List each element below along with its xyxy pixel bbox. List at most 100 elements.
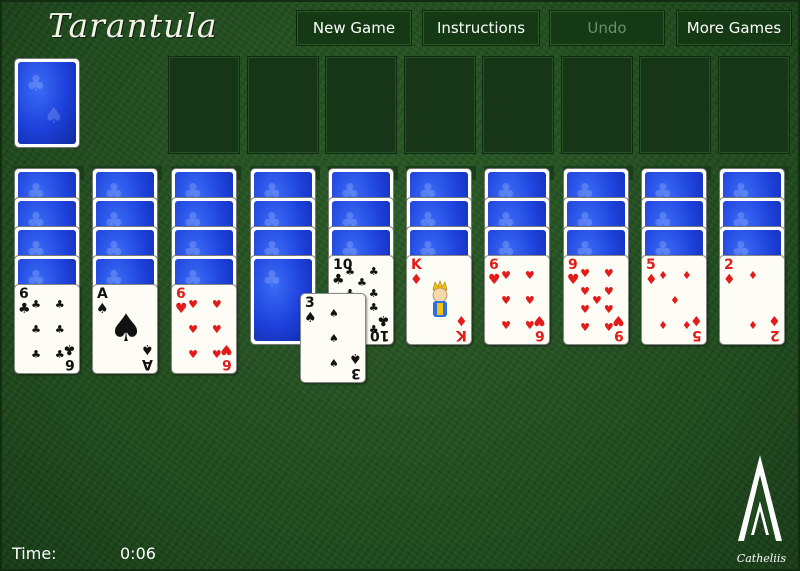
card-pip-icon: ♥ <box>211 297 222 311</box>
card-pip-icon: ♥ <box>524 294 535 307</box>
card-suit-icon: ♦ <box>645 272 658 288</box>
card-rank: 6 <box>222 356 232 372</box>
card-suit-icon: ♦ <box>768 312 781 328</box>
king-figure-icon <box>432 280 448 317</box>
card-suit-icon: ♣ <box>63 341 76 357</box>
card-suit-icon: ♥ <box>175 301 188 317</box>
stock-pile[interactable]: ♣ ♠ <box>14 58 80 148</box>
card-pip-icon: ♥ <box>580 303 590 316</box>
card-rank: 6 <box>535 327 545 343</box>
card-pip-icon: ♠ <box>329 357 339 371</box>
card-pip-icon: ♣ <box>54 323 65 336</box>
card-pip-icon: ♣ <box>368 286 379 300</box>
dragged-playing-card[interactable]: 3 ♠ 3 ♠ ♠ ♠ ♠ <box>300 293 366 383</box>
card-pip-icon: ♣ <box>54 297 65 311</box>
card-suit-icon: ♦ <box>690 312 703 328</box>
card-rank: 6 <box>176 286 186 302</box>
card-rank: A <box>97 286 108 302</box>
brand-logo-icon <box>738 455 782 541</box>
foundation-slot <box>325 56 397 154</box>
card-pip-icon: ♦ <box>658 268 668 282</box>
card-pip-icon: ♥ <box>603 267 614 280</box>
card-pip-icon: ♣ <box>368 301 379 315</box>
card-rank: 2 <box>724 257 734 273</box>
card-suit-icon: ♥ <box>612 312 625 328</box>
card-rank: 5 <box>646 257 656 273</box>
card-pip-icon: ♣ <box>345 265 355 279</box>
card-pip-icon: ♦ <box>670 294 680 307</box>
club-watermark-icon: ♣ <box>262 267 282 292</box>
card-pip-icon: ♣ <box>31 348 41 362</box>
foundation-slot <box>246 56 319 154</box>
card-pip-icon: ♣ <box>31 297 41 311</box>
playing-card[interactable]: 9 ♥ 9 ♥ ♥ ♥ ♥ ♥ ♥ ♥ ♥ ♥ ♥ <box>563 255 629 345</box>
card-pip-icon: ♥ <box>188 297 198 311</box>
card-pip-icon: ♦ <box>658 319 668 333</box>
card-suit-icon: ♦ <box>410 272 423 288</box>
card-suit-icon: ♣ <box>332 272 345 288</box>
card-pip-icon: ♠ <box>329 332 339 345</box>
card-pip-icon: ♣ <box>357 276 367 289</box>
foundation-slot <box>168 56 240 154</box>
new-game-button[interactable]: New Game <box>296 10 412 46</box>
card-pip-icon: ♠ <box>329 306 339 320</box>
card-suit-icon: ♣ <box>18 301 31 317</box>
card-pip-icon: ♥ <box>188 348 198 362</box>
card-pip-icon: ♦ <box>748 268 758 282</box>
playing-card[interactable]: K ♦ K ♦ <box>406 255 472 345</box>
instructions-button[interactable]: Instructions <box>422 10 540 46</box>
card-rank: 6 <box>489 257 499 273</box>
playing-card[interactable]: 6 ♥ 6 ♥ ♥ ♥ ♥ ♥ ♥ ♥ <box>171 284 237 374</box>
card-rank: 9 <box>614 327 624 343</box>
card-suit-icon: ♥ <box>220 341 233 357</box>
card-pip-icon: ♣ <box>31 323 41 336</box>
card-pip-icon: ♣ <box>368 322 379 336</box>
card-pip-icon: ♥ <box>580 267 590 280</box>
playing-card[interactable]: 2 ♦ 2 ♦ ♦ ♦ <box>719 255 785 345</box>
card-pip-icon: ♦ <box>748 319 758 333</box>
foundation-slot <box>560 56 633 154</box>
card-suit-icon: ♥ <box>533 312 546 328</box>
card-rank: 6 <box>19 286 29 302</box>
card-pip-icon: ♥ <box>603 285 614 298</box>
playing-card[interactable]: 6 ♥ 6 ♥ ♥ ♥ ♥ ♥ ♥ ♥ <box>484 255 550 345</box>
card-pip-icon: ♥ <box>524 319 535 333</box>
foundation-slot <box>717 56 790 154</box>
card-pip-icon: ♦ <box>681 268 692 282</box>
card-pip-icon: ♦ <box>681 319 692 333</box>
card-pip-icon: ♣ <box>54 348 65 362</box>
card-pip-icon: ♥ <box>603 321 614 334</box>
card-suit-icon: ♠ <box>96 301 109 317</box>
card-suit-icon: ♥ <box>567 272 580 288</box>
card-pip-icon: ♥ <box>501 294 511 307</box>
card-rank: K <box>456 327 467 343</box>
card-rank: 3 <box>351 365 361 381</box>
more-games-button[interactable]: More Games <box>676 10 792 46</box>
card-rank: 9 <box>568 257 578 273</box>
card-pip-icon: ♥ <box>524 268 535 282</box>
card-pip-icon: ♣ <box>368 265 379 279</box>
card-suit-icon: ♠ <box>141 341 154 357</box>
card-pip-icon: ♥ <box>580 285 590 298</box>
playing-card[interactable]: 5 ♦ 5 ♦ ♦ ♦ ♦ ♦ ♦ <box>641 255 707 345</box>
playing-card[interactable]: 6 ♣ 6 ♣ ♣ ♣ ♣ ♣ ♣ ♣ <box>14 284 80 374</box>
brand-name: Catheliis <box>736 552 786 565</box>
foundation-slot <box>403 56 476 154</box>
card-pip-icon: ♥ <box>211 323 222 336</box>
foundation-slot <box>639 56 711 154</box>
time-value: 0:06 <box>120 544 156 563</box>
undo-button[interactable]: Undo <box>549 10 665 46</box>
card-pip-icon: ♥ <box>188 323 198 336</box>
card-suit-icon: ♦ <box>723 272 736 288</box>
playing-card[interactable]: A ♠ A ♠ ♠ <box>92 284 158 374</box>
card-suit-icon: ♣ <box>377 312 390 328</box>
foundation-slot <box>482 56 554 154</box>
time-label: Time: <box>12 544 57 563</box>
card-suit-icon: ♠ <box>349 350 362 366</box>
card-suit-icon: ♠ <box>304 310 317 326</box>
card-back-icon: ♣ ♠ <box>18 62 76 144</box>
card-pip-icon: ♥ <box>592 294 602 307</box>
card-rank: 5 <box>692 327 702 343</box>
game-title: Tarantula <box>48 6 218 45</box>
game-board: Tarantula New Game Instructions Undo Mor… <box>0 0 800 571</box>
